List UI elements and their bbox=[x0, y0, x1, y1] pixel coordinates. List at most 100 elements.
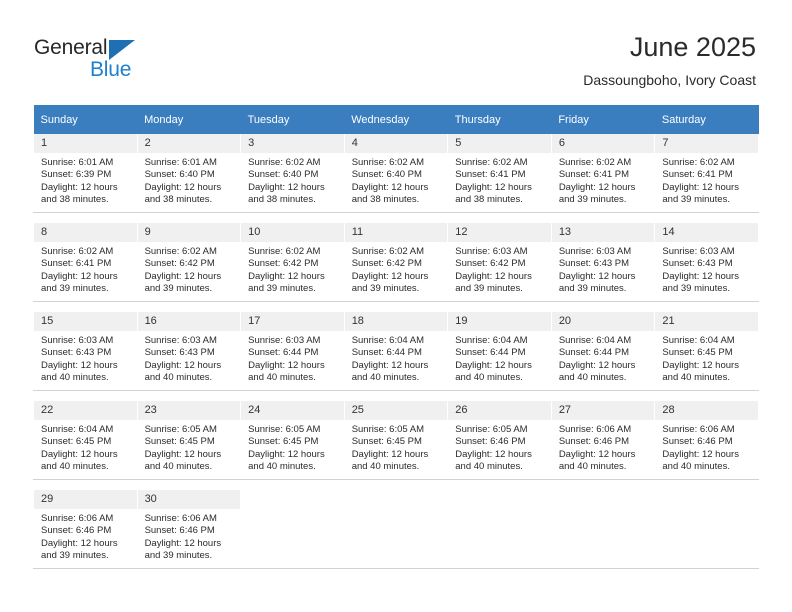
day-number: 9 bbox=[137, 223, 241, 242]
daylight-text-line1: Daylight: 12 hours bbox=[351, 270, 429, 282]
calendar-day-cell[interactable]: 8 Sunrise: 6:02 AM Sunset: 6:41 PM Daylight… bbox=[33, 223, 138, 302]
sunrise-text: Sunrise: 6:01 AM bbox=[144, 157, 217, 168]
sunset-text: Sunset: 6:45 PM bbox=[41, 436, 112, 448]
day-details: Sunrise: 6:06 AM Sunset: 6:46 PM Daylight:… bbox=[34, 509, 137, 563]
day-cell-inner: 9 Sunrise: 6:02 AM Sunset: 6:42 PM Daylight… bbox=[137, 223, 241, 301]
daylight-text-line2: and 39 minutes. bbox=[351, 283, 420, 295]
logo-triangle-icon bbox=[109, 40, 135, 60]
calendar-day-cell[interactable]: 16 Sunrise: 6:03 AM Sunset: 6:43 PM Dayligh… bbox=[136, 312, 242, 391]
calendar-day-cell[interactable]: 23 Sunrise: 6:05 AM Sunset: 6:45 PM Dayligh… bbox=[136, 401, 242, 480]
day-cell-inner bbox=[552, 490, 655, 568]
day-details: Sunrise: 6:06 AM Sunset: 6:46 PM Daylight:… bbox=[655, 420, 758, 474]
calendar-day-cell-empty bbox=[240, 490, 345, 569]
calendar-day-cell-empty bbox=[343, 490, 449, 569]
sunset-text: Sunset: 6:42 PM bbox=[144, 258, 215, 270]
day-cell-inner: 4 Sunrise: 6:02 AM Sunset: 6:40 PM Daylight… bbox=[344, 134, 448, 212]
calendar-table: Sunday Monday Tuesday Wednesday Thursday… bbox=[33, 105, 759, 569]
calendar-day-cell[interactable]: 28 Sunrise: 6:06 AM Sunset: 6:46 PM Dayligh… bbox=[654, 401, 759, 480]
sunrise-text: Sunrise: 6:03 AM bbox=[662, 246, 735, 257]
daylight-text-line1: Daylight: 12 hours bbox=[144, 359, 222, 371]
calendar-day-cell[interactable]: 18 Sunrise: 6:04 AM Sunset: 6:44 PM Dayligh… bbox=[343, 312, 449, 391]
daylight-text-line1: Daylight: 12 hours bbox=[144, 181, 222, 193]
calendar-day-cell[interactable]: 15 Sunrise: 6:03 AM Sunset: 6:43 PM Dayligh… bbox=[33, 312, 138, 391]
sunrise-text: Sunrise: 6:01 AM bbox=[41, 157, 114, 168]
generalblue-logo[interactable]: General Blue bbox=[34, 36, 164, 84]
calendar-day-cell[interactable]: 12 Sunrise: 6:03 AM Sunset: 6:42 PM Dayligh… bbox=[447, 223, 552, 302]
calendar-day-cell[interactable]: 4 Sunrise: 6:02 AM Sunset: 6:40 PM Daylight… bbox=[343, 134, 449, 213]
calendar-week-separator bbox=[33, 479, 759, 490]
day-cell-inner: 19 Sunrise: 6:04 AM Sunset: 6:44 PM Dayligh… bbox=[448, 312, 551, 390]
weekday-header-friday: Friday bbox=[551, 105, 655, 134]
calendar-day-cell[interactable]: 7 Sunrise: 6:02 AM Sunset: 6:41 PM Daylight… bbox=[654, 134, 759, 213]
calendar-day-cell[interactable]: 30 Sunrise: 6:06 AM Sunset: 6:46 PM Dayligh… bbox=[136, 490, 242, 569]
daylight-text-line2: and 39 minutes. bbox=[558, 194, 627, 206]
daylight-text-line1: Daylight: 12 hours bbox=[455, 448, 532, 460]
sunrise-text: Sunrise: 6:03 AM bbox=[455, 246, 528, 257]
calendar-day-cell[interactable]: 19 Sunrise: 6:04 AM Sunset: 6:44 PM Dayligh… bbox=[447, 312, 552, 391]
sunset-text: Sunset: 6:41 PM bbox=[41, 258, 112, 270]
weekday-header-thursday: Thursday bbox=[447, 105, 552, 134]
calendar-day-cell[interactable]: 2 Sunrise: 6:01 AM Sunset: 6:40 PM Daylight… bbox=[136, 134, 242, 213]
day-cell-inner: 28 Sunrise: 6:06 AM Sunset: 6:46 PM Dayligh… bbox=[655, 401, 758, 479]
calendar-day-cell[interactable]: 14 Sunrise: 6:03 AM Sunset: 6:43 PM Dayligh… bbox=[654, 223, 759, 302]
day-details: Sunrise: 6:02 AM Sunset: 6:41 PM Daylight:… bbox=[655, 153, 758, 207]
calendar-day-cell[interactable]: 1 Sunrise: 6:01 AM Sunset: 6:39 PM Daylight… bbox=[33, 134, 138, 213]
calendar-day-cell[interactable]: 13 Sunrise: 6:03 AM Sunset: 6:43 PM Dayligh… bbox=[550, 223, 656, 302]
calendar-week-separator-cell bbox=[33, 212, 759, 223]
calendar-day-cell[interactable]: 5 Sunrise: 6:02 AM Sunset: 6:41 PM Daylight… bbox=[447, 134, 552, 213]
daylight-text-line2: and 38 minutes. bbox=[41, 194, 109, 206]
day-number: 1 bbox=[34, 134, 137, 153]
calendar-week-separator-cell bbox=[33, 301, 759, 312]
calendar-day-cell[interactable]: 22 Sunrise: 6:04 AM Sunset: 6:45 PM Dayligh… bbox=[33, 401, 138, 480]
calendar-week-separator-cell bbox=[33, 479, 759, 490]
calendar-day-cell[interactable]: 20 Sunrise: 6:04 AM Sunset: 6:44 PM Dayligh… bbox=[550, 312, 656, 391]
daylight-text-line2: and 39 minutes. bbox=[41, 283, 109, 295]
day-details: Sunrise: 6:03 AM Sunset: 6:43 PM Daylight:… bbox=[138, 331, 241, 385]
calendar-day-cell-empty bbox=[550, 490, 656, 569]
day-number: 7 bbox=[655, 134, 758, 153]
weekday-header-saturday: Saturday bbox=[654, 105, 759, 134]
sunrise-text: Sunrise: 6:03 AM bbox=[41, 335, 114, 346]
day-number: 8 bbox=[34, 223, 137, 242]
calendar-day-cell[interactable]: 10 Sunrise: 6:02 AM Sunset: 6:42 PM Dayligh… bbox=[240, 223, 345, 302]
logo-primary-text: General bbox=[34, 36, 108, 59]
day-details: Sunrise: 6:05 AM Sunset: 6:45 PM Daylight:… bbox=[138, 420, 241, 474]
calendar-day-cell[interactable]: 26 Sunrise: 6:05 AM Sunset: 6:46 PM Dayligh… bbox=[447, 401, 552, 480]
daylight-text-line2: and 40 minutes. bbox=[41, 372, 109, 384]
calendar-day-cell[interactable]: 27 Sunrise: 6:06 AM Sunset: 6:46 PM Dayligh… bbox=[550, 401, 656, 480]
daylight-text-line2: and 40 minutes. bbox=[144, 461, 213, 473]
sunrise-text: Sunrise: 6:04 AM bbox=[558, 335, 632, 346]
calendar-day-cell[interactable]: 3 Sunrise: 6:02 AM Sunset: 6:40 PM Daylight… bbox=[240, 134, 345, 213]
day-details: Sunrise: 6:02 AM Sunset: 6:41 PM Daylight:… bbox=[552, 153, 655, 207]
daylight-text-line2: and 40 minutes. bbox=[662, 461, 730, 473]
day-details: Sunrise: 6:06 AM Sunset: 6:46 PM Daylight:… bbox=[552, 420, 655, 474]
day-cell-inner: 24 Sunrise: 6:05 AM Sunset: 6:45 PM Dayligh… bbox=[241, 401, 344, 479]
calendar-day-cell[interactable]: 9 Sunrise: 6:02 AM Sunset: 6:42 PM Daylight… bbox=[136, 223, 242, 302]
calendar-day-cell[interactable]: 29 Sunrise: 6:06 AM Sunset: 6:46 PM Dayligh… bbox=[33, 490, 138, 569]
sunset-text: Sunset: 6:42 PM bbox=[248, 258, 319, 270]
calendar-day-cell[interactable]: 17 Sunrise: 6:03 AM Sunset: 6:44 PM Dayligh… bbox=[240, 312, 345, 391]
day-details: Sunrise: 6:04 AM Sunset: 6:44 PM Daylight:… bbox=[345, 331, 448, 385]
daylight-text-line1: Daylight: 12 hours bbox=[455, 270, 532, 282]
sunrise-text: Sunrise: 6:03 AM bbox=[558, 246, 632, 257]
day-details: Sunrise: 6:04 AM Sunset: 6:45 PM Daylight:… bbox=[34, 420, 137, 474]
calendar-day-cell[interactable]: 11 Sunrise: 6:02 AM Sunset: 6:42 PM Dayligh… bbox=[343, 223, 449, 302]
calendar-day-cell[interactable]: 6 Sunrise: 6:02 AM Sunset: 6:41 PM Daylight… bbox=[550, 134, 656, 213]
sunset-text: Sunset: 6:45 PM bbox=[144, 436, 215, 448]
daylight-text-line1: Daylight: 12 hours bbox=[558, 359, 636, 371]
calendar-week-row: 29 Sunrise: 6:06 AM Sunset: 6:46 PM Dayligh… bbox=[33, 490, 759, 569]
daylight-text-line1: Daylight: 12 hours bbox=[41, 537, 118, 549]
calendar-day-cell[interactable]: 21 Sunrise: 6:04 AM Sunset: 6:45 PM Dayligh… bbox=[654, 312, 759, 391]
daylight-text-line1: Daylight: 12 hours bbox=[662, 270, 739, 282]
day-number: 3 bbox=[241, 134, 344, 153]
day-details: Sunrise: 6:05 AM Sunset: 6:45 PM Daylight:… bbox=[241, 420, 344, 474]
daylight-text-line2: and 38 minutes. bbox=[455, 194, 523, 206]
sunrise-text: Sunrise: 6:04 AM bbox=[41, 424, 114, 435]
sunrise-text: Sunrise: 6:02 AM bbox=[351, 246, 425, 257]
sunset-text: Sunset: 6:46 PM bbox=[558, 436, 630, 448]
daylight-text-line2: and 40 minutes. bbox=[248, 372, 316, 384]
calendar-day-cell[interactable]: 25 Sunrise: 6:05 AM Sunset: 6:45 PM Dayligh… bbox=[343, 401, 449, 480]
daylight-text-line1: Daylight: 12 hours bbox=[41, 359, 118, 371]
calendar-day-cell[interactable]: 24 Sunrise: 6:05 AM Sunset: 6:45 PM Dayligh… bbox=[240, 401, 345, 480]
day-number bbox=[552, 490, 655, 509]
